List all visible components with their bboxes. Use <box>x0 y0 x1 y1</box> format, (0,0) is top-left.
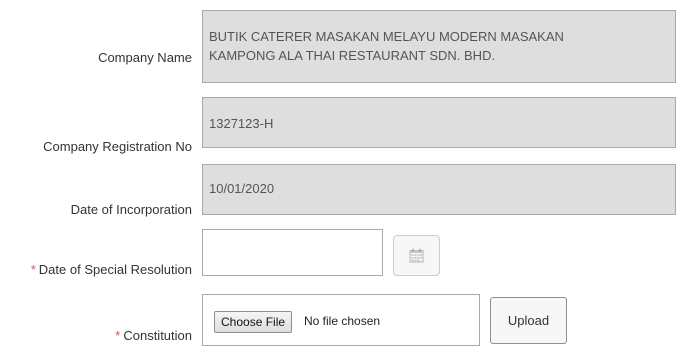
registration-no-label: Company Registration No <box>43 139 192 154</box>
calendar-icon <box>409 248 424 263</box>
company-name-line-1: BUTIK CATERER MASAKAN MELAYU MODERN MASA… <box>209 29 564 44</box>
constitution-file-input: Choose File No file chosen <box>202 294 480 346</box>
company-name-label: Company Name <box>98 50 192 65</box>
incorporation-date-field: 10/01/2020 <box>202 164 676 215</box>
incorporation-date-label-text: Date of Incorporation <box>70 202 192 217</box>
registration-no-label-text: Company Registration No <box>43 139 192 154</box>
company-details-form: Company Name BUTIK CATERER MASAKAN MELAY… <box>0 0 678 348</box>
constitution-label-text: Constitution <box>123 328 192 343</box>
constitution-label: * Constitution <box>115 328 192 343</box>
incorporation-date-value: 10/01/2020 <box>209 181 275 196</box>
registration-no-value: 1327123-H <box>209 116 274 131</box>
required-marker: * <box>115 328 121 343</box>
special-resolution-date-label-text: Date of Special Resolution <box>38 262 192 277</box>
company-name-label-text: Company Name <box>98 50 192 65</box>
special-resolution-date-label: * Date of Special Resolution <box>31 262 192 277</box>
required-marker: * <box>30 262 36 277</box>
company-name-field: BUTIK CATERER MASAKAN MELAYU MODERN MASA… <box>202 10 676 83</box>
company-name-line-2: KAMPONG ALA THAI RESTAURANT SDN. BHD. <box>209 48 496 63</box>
incorporation-date-label: Date of Incorporation <box>71 202 192 217</box>
upload-button[interactable]: Upload <box>490 297 567 344</box>
choose-file-button[interactable]: Choose File <box>214 311 293 333</box>
special-resolution-date-input[interactable] <box>202 229 383 276</box>
file-status-text: No file chosen <box>304 314 381 328</box>
calendar-button[interactable] <box>393 235 440 276</box>
registration-no-field: 1327123-H <box>202 97 676 148</box>
